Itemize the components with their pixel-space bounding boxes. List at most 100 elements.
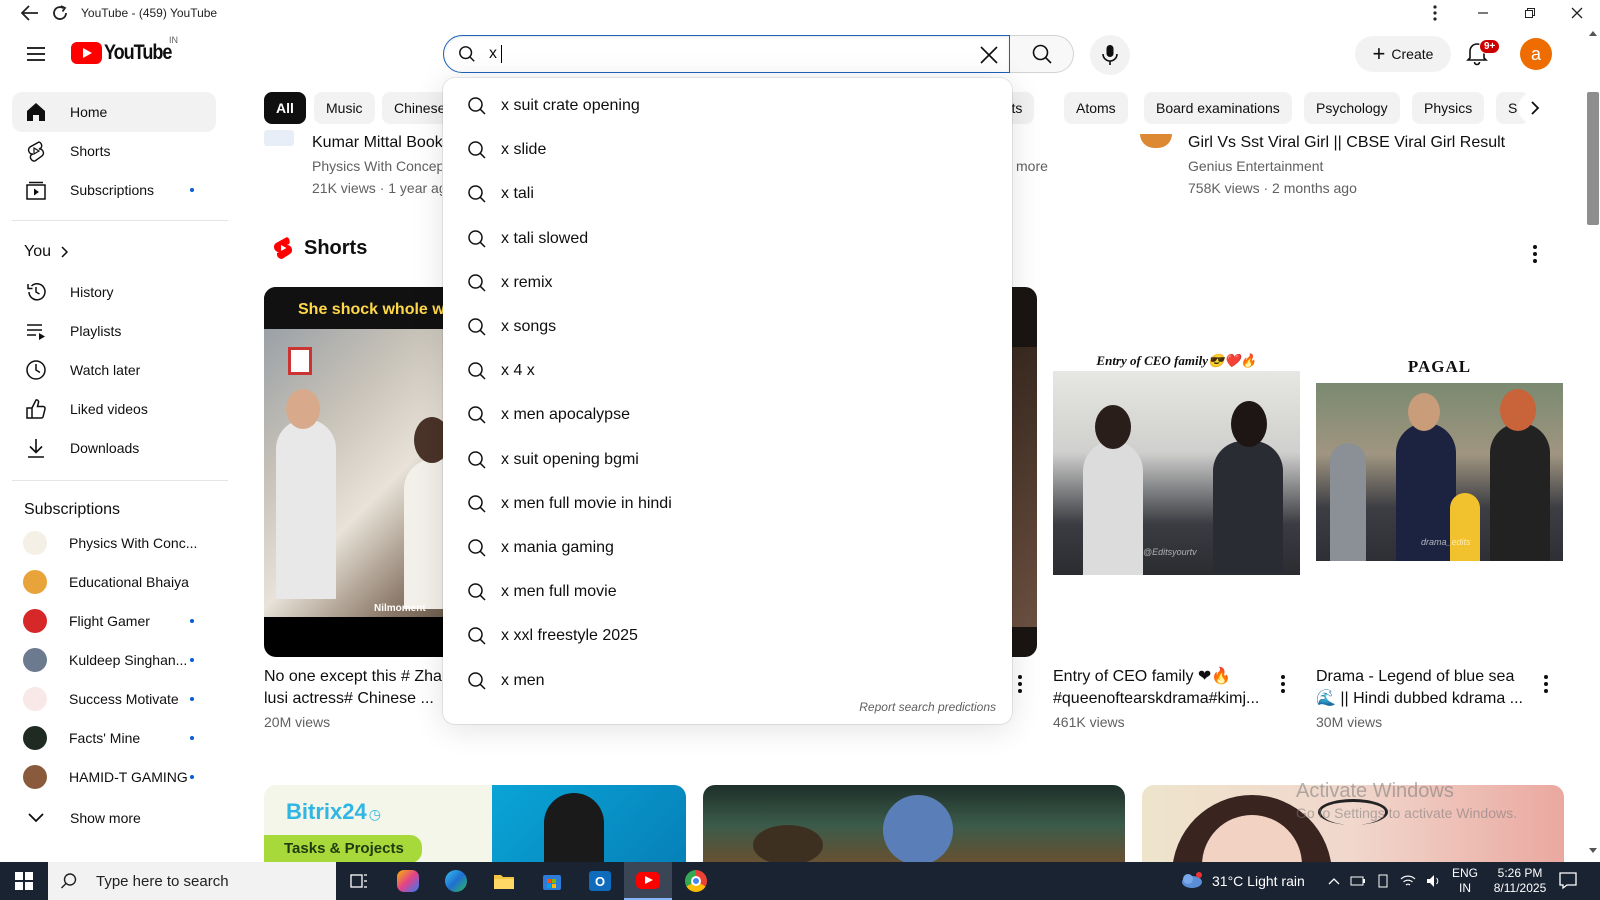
search-suggestion-item[interactable]: x men full movie in hindi [443, 482, 1012, 526]
edge-browser-icon[interactable] [432, 862, 480, 900]
windows-start-button[interactable] [0, 862, 48, 900]
search-suggestion-item[interactable]: x suit crate opening [443, 84, 1012, 128]
short-more-options-icon[interactable] [1011, 672, 1029, 696]
sidebar-item-watch-later[interactable]: Watch later [12, 350, 216, 390]
minimize-button[interactable] [1459, 0, 1506, 26]
search-suggestion-item[interactable]: x remix [443, 261, 1012, 305]
taskbar-clock[interactable]: 5:26 PM 8/11/2025 [1486, 866, 1554, 896]
plus-icon: + [1372, 41, 1386, 66]
sidebar-subscription-item[interactable]: HAMID-T GAMING [12, 757, 216, 797]
page-scrollbar[interactable] [1585, 26, 1600, 862]
chip-physics[interactable]: Physics [1412, 92, 1485, 124]
clock-icon [24, 358, 48, 382]
battery-icon[interactable] [1350, 875, 1366, 887]
search-suggestion-item[interactable]: x xxl freestyle 2025 [443, 614, 1012, 658]
copilot-icon[interactable] [384, 862, 432, 900]
search-button[interactable] [1010, 35, 1074, 73]
voice-search-button[interactable] [1090, 35, 1130, 75]
sidebar-item-history[interactable]: History [12, 272, 216, 312]
chrome-icon[interactable] [672, 862, 720, 900]
search-suggestion-item[interactable]: x tali slowed [443, 217, 1012, 261]
short-thumbnail[interactable]: Entry of CEO family😎❤️🔥 @Editsyourtv [1053, 353, 1300, 575]
sidebar-item-downloads[interactable]: Downloads [12, 428, 216, 468]
search-suggestion-item[interactable]: x songs [443, 305, 1012, 349]
short-title[interactable]: Entry of CEO family ❤🔥 #queenoftearskdra… [1053, 666, 1268, 710]
create-button[interactable]: + Create [1355, 36, 1451, 72]
video-channel[interactable]: Genius Entertainment [1188, 158, 1323, 174]
scroll-down-arrow-icon[interactable] [1589, 848, 1597, 854]
chips-next-button[interactable] [1518, 92, 1552, 124]
notifications-center-icon[interactable] [1558, 870, 1580, 892]
weather-text: 31°C Light rain [1212, 873, 1305, 889]
chip-board-examinations[interactable]: Board examinations [1144, 92, 1292, 124]
video-title[interactable]: Girl Vs Sst Viral Girl || CBSE Viral Gir… [1188, 134, 1505, 152]
taskbar-search-box[interactable]: Type here to search [48, 862, 336, 900]
back-arrow-icon[interactable] [17, 0, 43, 26]
sidebar-subscription-item[interactable]: Kuldeep Singhan... [12, 640, 216, 680]
file-explorer-icon[interactable] [480, 862, 528, 900]
new-content-dot [190, 697, 194, 701]
sidebar-subscription-item[interactable]: Flight Gamer [12, 601, 216, 641]
search-suggestion-item[interactable]: x slide [443, 128, 1012, 172]
channel-avatar[interactable] [1140, 134, 1172, 148]
video-thumbnail[interactable] [703, 785, 1125, 865]
chip-all[interactable]: All [264, 92, 306, 124]
search-suggestion-item[interactable]: x tali [443, 172, 1012, 216]
outlook-icon[interactable]: O [576, 862, 624, 900]
volume-icon[interactable] [1426, 874, 1442, 888]
scroll-up-arrow-icon[interactable] [1589, 30, 1597, 36]
report-search-predictions-link[interactable]: Report search predictions [859, 700, 996, 714]
youtube-app-icon[interactable] [624, 862, 672, 900]
video-more-link[interactable]: more [1016, 158, 1048, 174]
scrollbar-thumb[interactable] [1587, 92, 1599, 225]
channel-avatar[interactable] [264, 130, 294, 146]
short-title[interactable]: Drama - Legend of blue sea 🌊 || Hindi du… [1316, 666, 1531, 710]
ad-thumbnail[interactable]: Bitrix24 ◷ Tasks & Projects [264, 785, 686, 865]
video-channel[interactable]: Physics With Concep [312, 158, 442, 174]
search-suggestion-item[interactable]: x men full movie [443, 570, 1012, 614]
restore-button[interactable] [1506, 0, 1553, 26]
microsoft-store-icon[interactable] [528, 862, 576, 900]
channel-avatar [23, 531, 47, 555]
sidebar-item-liked-videos[interactable]: Liked videos [12, 389, 216, 429]
sidebar-item-home[interactable]: Home [12, 92, 216, 132]
app-menu-icon[interactable] [1425, 2, 1445, 24]
chevron-up-icon[interactable] [1328, 877, 1340, 885]
wifi-icon[interactable] [1400, 874, 1416, 888]
sidebar-subscription-item[interactable]: Physics With Conc... [12, 523, 216, 563]
shorts-more-options-icon[interactable] [1526, 242, 1544, 266]
device-icon[interactable] [1376, 874, 1390, 888]
short-more-options-icon[interactable] [1537, 672, 1555, 696]
chip-atoms[interactable]: Atoms [1064, 92, 1128, 124]
search-suggestion-item[interactable]: x men apocalypse [443, 393, 1012, 437]
sidebar-item-playlists[interactable]: Playlists [12, 311, 216, 351]
short-more-options-icon[interactable] [1274, 672, 1292, 696]
youtube-logo[interactable]: YouTube IN [71, 35, 182, 65]
thumbnail-watermark: Nilmoment [374, 603, 426, 614]
account-avatar[interactable]: a [1520, 38, 1552, 70]
chip-music[interactable]: Music [314, 92, 375, 124]
search-suggestion-item[interactable]: x 4 x [443, 349, 1012, 393]
sidebar-subscription-item[interactable]: Facts' Mine [12, 718, 216, 758]
channel-avatar [23, 609, 47, 633]
task-view-icon[interactable] [336, 862, 384, 900]
close-window-button[interactable] [1553, 0, 1600, 26]
sidebar-item-shorts[interactable]: Shorts [12, 131, 216, 171]
refresh-icon[interactable] [47, 0, 73, 26]
hamburger-menu-icon[interactable] [22, 40, 50, 68]
weather-widget[interactable]: 31°C Light rain [1180, 862, 1305, 900]
search-suggestion-item[interactable]: x mania gaming [443, 526, 1012, 570]
clear-search-icon[interactable] [975, 41, 1003, 69]
show-more-button[interactable]: Show more [12, 798, 216, 838]
video-title[interactable]: Kumar Mittal Book [312, 134, 442, 152]
you-section-header[interactable]: You [24, 243, 69, 261]
chip-psychology[interactable]: Psychology [1304, 92, 1400, 124]
sidebar-subscription-item[interactable]: Educational Bhaiya [12, 562, 216, 602]
search-suggestion-item[interactable]: x suit opening bgmi [443, 438, 1012, 482]
sidebar-item-subscriptions[interactable]: Subscriptions [12, 170, 216, 210]
sidebar-subscription-item[interactable]: Success Motivate [12, 679, 216, 719]
search-input[interactable]: x [443, 35, 1010, 73]
language-indicator[interactable]: ENG IN [1452, 866, 1478, 896]
short-thumbnail[interactable]: PAGAL drama_edits [1316, 353, 1563, 561]
search-suggestion-item[interactable]: x men [443, 659, 1012, 703]
